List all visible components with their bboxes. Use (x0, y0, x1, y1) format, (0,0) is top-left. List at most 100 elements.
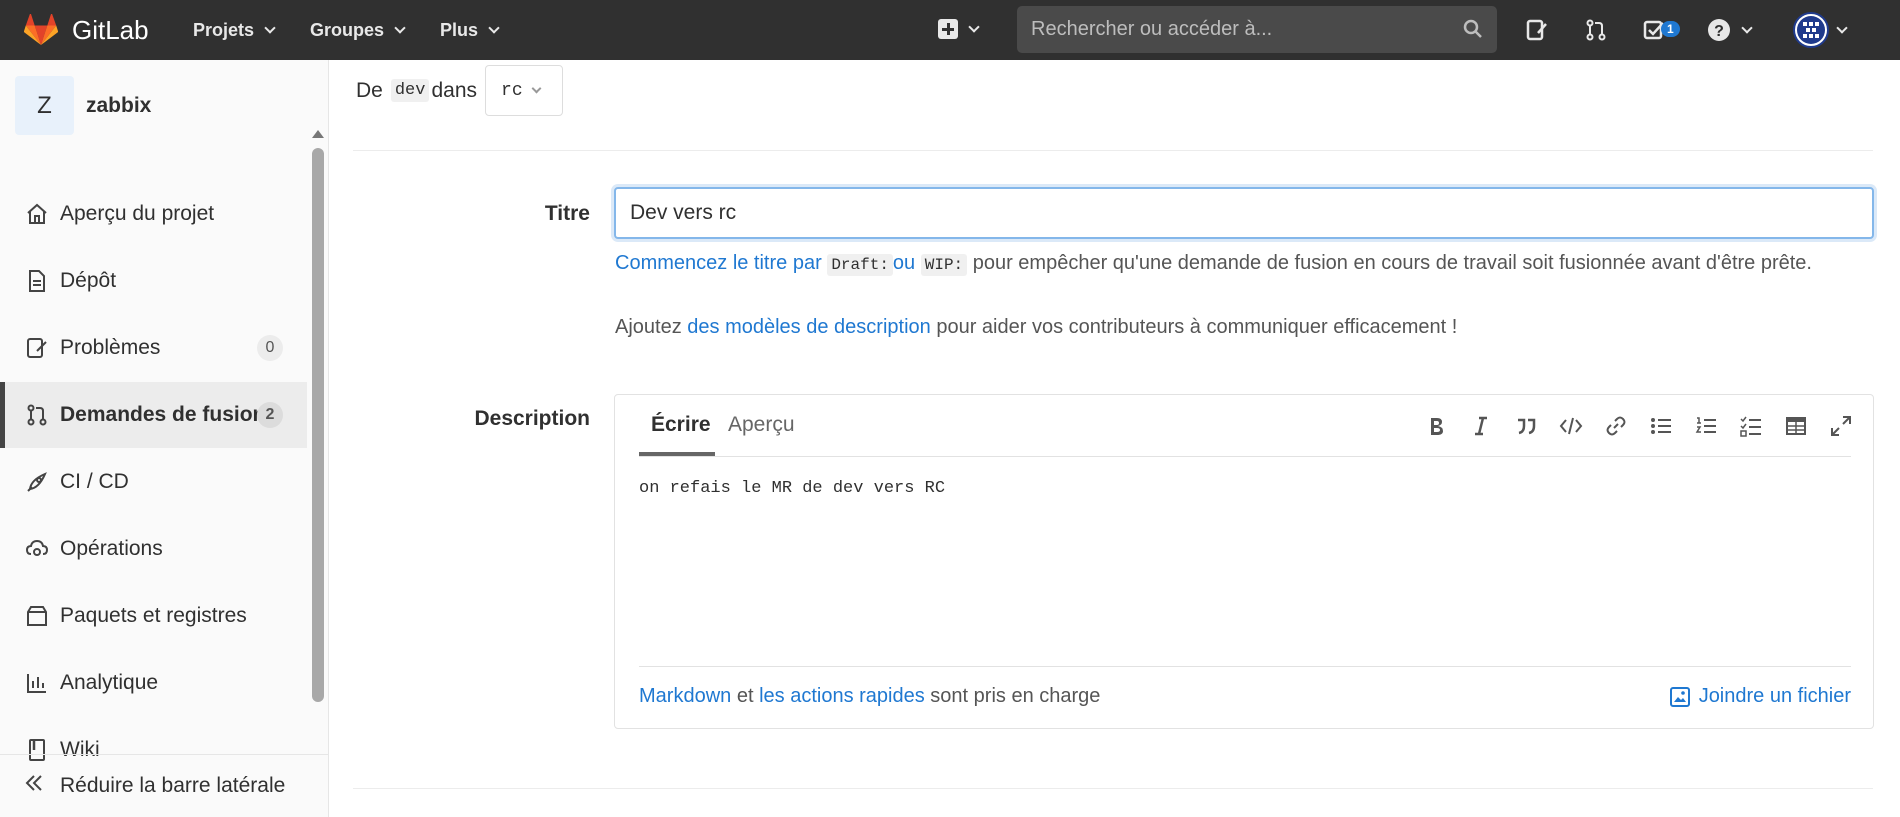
sidebar-item-operations[interactable]: Opérations (0, 516, 307, 582)
from-prefix-text: De (356, 78, 383, 102)
main-content: De dev dans rc Titre Commencez le titre … (330, 60, 1900, 817)
sidebar-item-label: Dépôt (60, 269, 117, 292)
issues-icon (24, 335, 50, 361)
draft-help-link[interactable]: Commencez le titre par (615, 252, 822, 274)
link-icon[interactable] (1603, 413, 1629, 439)
quick-actions-link[interactable]: les actions rapides (759, 685, 925, 707)
scroll-thumb[interactable] (312, 148, 324, 702)
and-text: et (736, 685, 754, 707)
attach-file-label: Joindre un fichier (1698, 685, 1851, 707)
branch-info: De dev dans rc (356, 65, 564, 116)
issues-icon[interactable] (1525, 18, 1549, 42)
sidebar-item-merge-requests[interactable]: Demandes de fusion 2 (0, 382, 307, 448)
title-help-text: Commencez le titre par Draft: ou WIP: pou… (615, 247, 1875, 281)
project-header[interactable]: Z zabbix (15, 76, 151, 135)
nav-projects-label: Projets (193, 19, 255, 40)
merge-request-icon (24, 402, 50, 428)
bullet-list-icon[interactable] (1648, 413, 1674, 439)
wip-code: WIP: (920, 254, 968, 276)
title-label: Titre (544, 202, 590, 225)
description-textarea[interactable]: on refais le MR de dev vers RC (639, 479, 945, 498)
description-label: Description (474, 407, 590, 430)
scroll-up-arrow-icon[interactable] (312, 130, 324, 138)
image-icon (1669, 686, 1690, 707)
issues-count-badge: 0 (257, 335, 283, 361)
templates-help-text: Ajoutez des modèles de description pour … (615, 316, 1457, 339)
user-avatar[interactable] (1793, 12, 1829, 48)
editor-tabs: Écrire Aperçu (639, 395, 1851, 457)
merge-request-icon[interactable] (1584, 18, 1608, 42)
nav-more-dropdown[interactable]: Plus (440, 20, 500, 41)
new-item-dropdown[interactable] (938, 19, 980, 39)
active-tab-indicator (639, 452, 715, 456)
markdown-link[interactable]: Markdown (639, 685, 731, 707)
app-name: GitLab (72, 14, 149, 45)
fullscreen-icon[interactable] (1828, 413, 1854, 439)
sidebar-item-label: Aperçu du projet (60, 202, 215, 225)
divider (353, 150, 1873, 151)
gitlab-logo[interactable]: GitLab (24, 14, 149, 46)
nav-groups-dropdown[interactable]: Groupes (310, 19, 406, 41)
document-icon (24, 268, 50, 294)
search-icon[interactable] (1463, 19, 1483, 39)
sidebar-item-label: Opérations (60, 537, 163, 560)
sidebar-item-label: CI / CD (60, 470, 129, 493)
tab-write[interactable]: Écrire (651, 413, 711, 437)
sidebar-item-repository[interactable]: Dépôt (0, 248, 307, 314)
sidebar-item-project-overview[interactable]: Aperçu du projet (0, 181, 307, 247)
target-branch-select[interactable]: rc (485, 65, 564, 116)
chevron-down-icon (1741, 21, 1753, 34)
sidebar-item-ci-cd[interactable]: CI / CD (0, 449, 307, 515)
sidebar-item-analytics[interactable]: Analytique (0, 650, 307, 716)
table-icon[interactable] (1783, 413, 1809, 439)
code-icon[interactable] (1558, 413, 1584, 439)
project-name: zabbix (86, 93, 152, 117)
todo-count-badge: 1 (1661, 21, 1680, 37)
editor-footer: Markdown et les actions rapides sont pri… (639, 666, 1851, 708)
into-text: dans (431, 78, 478, 102)
templates-prefix: Ajoutez (615, 316, 682, 338)
chevron-down-icon[interactable] (1836, 22, 1848, 34)
quote-icon[interactable] (1513, 413, 1539, 439)
help-icon: ? (1708, 19, 1730, 41)
collapse-sidebar-label: Réduire la barre latérale (60, 774, 286, 797)
title-input[interactable] (614, 187, 1874, 239)
gitlab-tanuki-icon (24, 14, 58, 45)
package-icon (24, 603, 50, 629)
search-input[interactable] (1031, 18, 1451, 41)
nav-projects-dropdown[interactable]: Projets (193, 19, 276, 41)
description-templates-link[interactable]: des modèles de description (687, 316, 930, 338)
bold-icon[interactable] (1423, 413, 1449, 439)
attach-file-button[interactable]: Joindre un fichier (1669, 685, 1851, 708)
chevron-down-icon (531, 83, 542, 93)
svg-text:?: ? (1714, 23, 1724, 40)
numbered-list-icon[interactable] (1693, 413, 1719, 439)
top-navbar: GitLab Projets Groupes Plus 1 ? (0, 0, 1900, 60)
rocket-icon (24, 469, 50, 495)
project-avatar: Z (15, 76, 74, 135)
divider (353, 788, 1873, 789)
help-dropdown[interactable]: ? (1707, 18, 1753, 42)
nav-groups-label: Groupes (310, 19, 385, 40)
templates-suffix: pour aider vos contributeurs à communiqu… (936, 316, 1458, 338)
tab-preview[interactable]: Aperçu (728, 413, 795, 437)
cloud-gear-icon (24, 536, 50, 562)
chevron-down-icon (394, 21, 406, 34)
sidebar-item-packages-registries[interactable]: Paquets et registres (0, 583, 307, 649)
help-rest-text: pour empêcher qu'une demande de fusion e… (972, 252, 1812, 274)
target-branch-value: rc (501, 80, 523, 101)
sidebar-item-label: Analytique (60, 671, 159, 694)
italic-icon[interactable] (1468, 413, 1494, 439)
or-link-text[interactable]: ou (893, 252, 915, 274)
sidebar-scrollbar[interactable] (312, 130, 324, 702)
source-branch: dev (390, 79, 430, 102)
chevron-down-icon (264, 21, 276, 34)
sidebar-item-issues[interactable]: Problèmes 0 (0, 315, 307, 381)
plus-square-icon (938, 19, 958, 39)
merge-requests-count-badge: 2 (257, 402, 283, 428)
search-box[interactable] (1017, 6, 1497, 53)
collapse-sidebar-button[interactable]: Réduire la barre latérale (0, 754, 328, 817)
sidebar-item-label: Problèmes (60, 336, 161, 359)
task-list-icon[interactable] (1738, 413, 1764, 439)
draft-code: Draft: (827, 254, 893, 276)
